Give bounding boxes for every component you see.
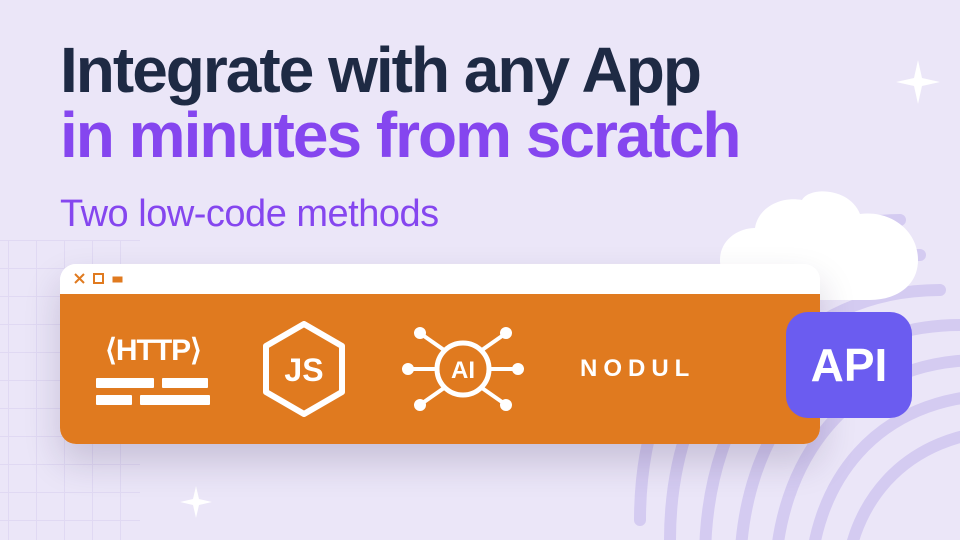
http-icon: ⟨HTTP⟩ <box>96 333 210 405</box>
api-badge-label: API <box>811 338 888 392</box>
window-chrome <box>60 264 820 294</box>
window-maximize-icon <box>93 273 104 284</box>
window-minimize-icon <box>112 273 123 284</box>
page-title: Integrate with any App in minutes from s… <box>60 38 900 169</box>
api-badge: API <box>786 312 912 418</box>
svg-text:AI: AI <box>451 357 475 384</box>
window-close-icon <box>74 273 85 284</box>
browser-window: ⟨HTTP⟩ JS AI <box>60 264 820 444</box>
js-icon: JS <box>262 321 346 417</box>
headline-line-2: in minutes from scratch <box>60 103 900 168</box>
http-bars <box>96 378 210 405</box>
sparkle-icon <box>180 486 212 518</box>
svg-text:JS: JS <box>284 352 323 388</box>
headline-line-1: Integrate with any App <box>60 34 700 106</box>
window-body: ⟨HTTP⟩ JS AI <box>60 294 820 444</box>
brand-wordmark: NODUL <box>580 355 695 383</box>
subtitle: Two low-code methods <box>60 193 900 236</box>
ai-icon: AI <box>398 324 528 414</box>
http-label-text: HTTP <box>116 334 190 367</box>
